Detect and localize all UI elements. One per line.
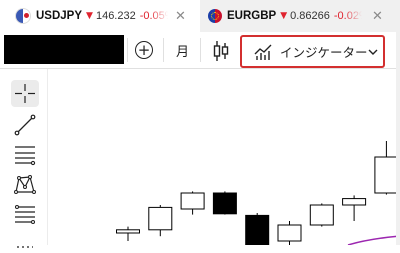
indicators-button[interactable]: インジケーター — [240, 35, 385, 68]
down-arrow-icon: ▼ — [86, 11, 93, 21]
drawing-toolbar — [0, 69, 48, 248]
add-symbol-button[interactable]: + — [135, 41, 153, 59]
tab-price: 0.86266 — [290, 10, 330, 22]
tab-symbol: EURGBP — [227, 10, 277, 22]
candle-body — [374, 156, 399, 194]
close-tab-icon[interactable]: ✕ — [372, 0, 383, 32]
trend-line-tool[interactable] — [11, 112, 39, 138]
toolbar-divider — [163, 38, 164, 62]
price-chart[interactable] — [48, 69, 400, 245]
usdjpy-flag-icon — [15, 8, 31, 24]
tab-symbol: USDJPY — [36, 10, 83, 22]
fib-retracement-tool[interactable] — [11, 202, 39, 228]
eurgbp-flag-icon — [208, 9, 222, 23]
dots-icon — [17, 246, 33, 248]
toolbar-divider — [200, 38, 201, 62]
candle-body — [148, 206, 173, 231]
crosshair-tool[interactable] — [11, 80, 39, 107]
indicators-label: インジケーター — [280, 45, 368, 60]
indicators-icon — [254, 44, 272, 60]
toolbar-divider — [127, 38, 128, 62]
horizontal-lines-tool[interactable] — [11, 142, 39, 168]
tab-bar: USDJPY ▼ 146.232 -0.05% ✕ EURGBP ▼ 0.862… — [0, 0, 400, 32]
candle-body — [342, 198, 367, 206]
redacted-symbol-area — [4, 35, 124, 64]
pattern-tool[interactable] — [11, 172, 39, 198]
fib-retracement-icon — [15, 205, 35, 224]
close-tab-icon[interactable]: ✕ — [175, 0, 186, 32]
horizontal-lines-icon — [15, 146, 36, 166]
tab-fade — [150, 0, 176, 32]
window-edge — [396, 0, 400, 245]
tab-fade — [344, 0, 370, 32]
chevron-down-icon — [368, 49, 378, 55]
crosshair-icon — [15, 84, 35, 103]
chart-type-button[interactable] — [212, 40, 230, 62]
pattern-icon — [14, 175, 36, 194]
down-arrow-icon: ▼ — [280, 11, 288, 21]
interval-button[interactable]: 月 — [176, 41, 189, 60]
candle-body — [277, 224, 302, 242]
indicator-line — [347, 235, 400, 245]
candle-body — [116, 229, 140, 234]
tab-price: 146.232 — [95, 10, 136, 22]
more-tools[interactable] — [11, 234, 39, 248]
candles-group — [116, 141, 399, 245]
candle-body — [309, 204, 334, 226]
candle-body — [212, 192, 237, 215]
candle-body — [245, 214, 270, 245]
candlestick-icon — [213, 41, 229, 61]
candle-body — [180, 192, 205, 210]
plus-icon: + — [137, 41, 151, 59]
trend-line-icon — [14, 114, 36, 136]
